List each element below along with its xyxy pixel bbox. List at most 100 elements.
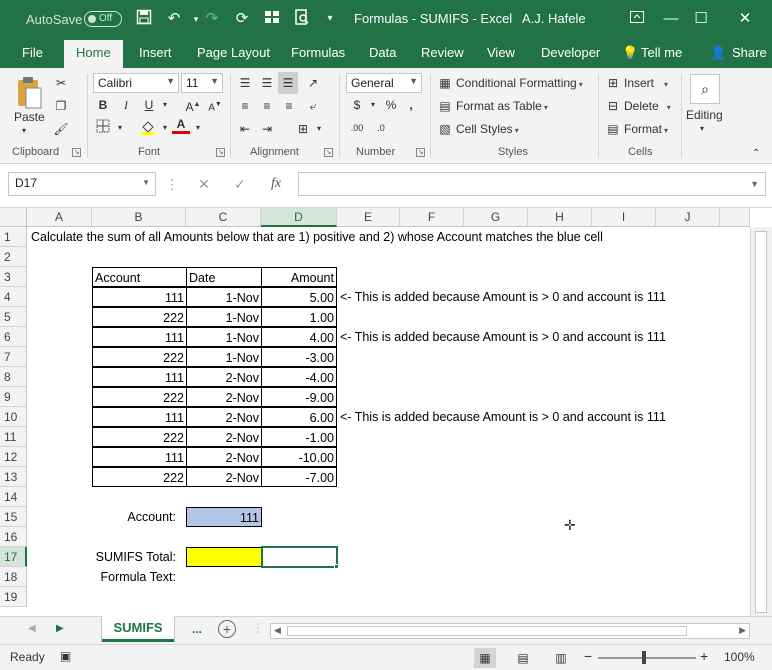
table-cell[interactable]: -10.00 bbox=[261, 447, 337, 467]
tell-me-box[interactable]: Tell me bbox=[641, 45, 682, 60]
column-header[interactable]: D bbox=[261, 208, 337, 227]
table-cell[interactable]: 1-Nov bbox=[186, 307, 262, 327]
cell-styles-button[interactable]: Cell Styles ▾ bbox=[456, 122, 519, 136]
column-header[interactable]: J bbox=[656, 208, 720, 227]
autosave-toggle[interactable]: Off bbox=[84, 11, 122, 27]
table-cell[interactable]: 222 bbox=[92, 307, 187, 327]
table-cell[interactable]: 1.00 bbox=[261, 307, 337, 327]
table-cell[interactable]: 222 bbox=[92, 467, 187, 487]
collapse-ribbon-icon[interactable]: ⌃ bbox=[752, 148, 760, 159]
row-header[interactable]: 10 bbox=[0, 407, 27, 427]
underline-dropdown-icon[interactable]: ▾ bbox=[156, 96, 174, 114]
table-cell[interactable]: -1.00 bbox=[261, 427, 337, 447]
zoom-slider[interactable] bbox=[598, 657, 696, 659]
paste-icon[interactable] bbox=[14, 76, 44, 110]
account-criteria-cell[interactable]: 111 bbox=[186, 507, 262, 527]
cut-icon[interactable]: ✂ bbox=[52, 74, 70, 92]
tab-data[interactable]: Data bbox=[369, 45, 396, 60]
prev-sheet-icon[interactable]: ◀ bbox=[28, 623, 36, 634]
cell-styles-icon[interactable]: ▧ bbox=[436, 120, 454, 138]
copy-icon[interactable]: ❐ bbox=[52, 97, 70, 115]
select-all-corner[interactable] bbox=[0, 208, 27, 227]
sumifs-total-cell[interactable] bbox=[186, 547, 262, 567]
conditional-formatting-button[interactable]: Conditional Formatting ▾ bbox=[456, 76, 583, 90]
table-header-amount[interactable]: Amount bbox=[261, 267, 337, 287]
tab-review[interactable]: Review bbox=[421, 45, 464, 60]
maximize-icon[interactable]: ☐ bbox=[690, 8, 712, 30]
scroll-right-icon[interactable]: ▶ bbox=[739, 625, 746, 636]
borders-dropdown-icon[interactable]: ▾ bbox=[111, 119, 129, 137]
column-header[interactable]: E bbox=[337, 208, 400, 227]
table-cell[interactable]: -9.00 bbox=[261, 387, 337, 407]
ribbon-display-icon[interactable] bbox=[626, 8, 648, 30]
table-cell[interactable]: 1-Nov bbox=[186, 347, 262, 367]
font-color-dropdown-icon[interactable]: ▾ bbox=[189, 119, 207, 137]
font-name-combo[interactable]: Calibri ▼ bbox=[93, 73, 179, 93]
table-cell[interactable]: -4.00 bbox=[261, 367, 337, 387]
column-header[interactable]: H bbox=[528, 208, 592, 227]
formula-input[interactable]: ▼ bbox=[298, 172, 766, 196]
note-cell-e6[interactable]: <- This is added because Amount is > 0 a… bbox=[338, 327, 668, 347]
table-cell[interactable]: 222 bbox=[92, 427, 187, 447]
table-cell[interactable]: 5.00 bbox=[261, 287, 337, 307]
tab-formulas[interactable]: Formulas bbox=[291, 45, 345, 60]
font-launcher-icon[interactable]: ↘ bbox=[216, 148, 225, 157]
save-icon[interactable] bbox=[134, 9, 154, 29]
horizontal-scroll-thumb[interactable] bbox=[287, 626, 687, 636]
table-cell[interactable]: 111 bbox=[92, 407, 187, 427]
zoom-level[interactable]: 100% bbox=[724, 650, 755, 664]
next-sheet-icon[interactable]: ▶ bbox=[56, 623, 64, 634]
table-cell[interactable]: 111 bbox=[92, 447, 187, 467]
page-break-view-icon[interactable]: ▥ bbox=[550, 648, 572, 668]
row-header[interactable]: 18 bbox=[0, 567, 27, 587]
layout-icon[interactable] bbox=[262, 9, 282, 29]
row-header[interactable]: 9 bbox=[0, 387, 27, 407]
orientation-icon[interactable]: ↗ bbox=[304, 74, 322, 92]
column-header[interactable]: C bbox=[186, 208, 261, 227]
percent-icon[interactable]: % bbox=[382, 96, 400, 114]
number-format-combo[interactable]: General ▼ bbox=[346, 73, 422, 93]
number-launcher-icon[interactable]: ↘ bbox=[416, 148, 425, 157]
close-icon[interactable]: ✕ bbox=[734, 8, 756, 30]
cell-a1[interactable]: Calculate the sum of all Amounts below t… bbox=[29, 227, 605, 247]
align-right-icon[interactable]: ≡ bbox=[280, 97, 298, 115]
undo-icon[interactable]: ↶ bbox=[164, 9, 184, 29]
table-cell[interactable]: 222 bbox=[92, 347, 187, 367]
note-cell-e10[interactable]: <- This is added because Amount is > 0 a… bbox=[338, 407, 668, 427]
active-cell-d17[interactable] bbox=[261, 546, 338, 568]
increase-indent-icon[interactable]: ⇥ bbox=[258, 120, 276, 138]
table-header-account[interactable]: Account bbox=[92, 267, 187, 287]
table-cell[interactable]: 4.00 bbox=[261, 327, 337, 347]
user-name[interactable]: A.J. Hafele bbox=[522, 11, 586, 26]
increase-decimal-icon[interactable]: .00 bbox=[348, 119, 366, 137]
clipboard-launcher-icon[interactable]: ↘ bbox=[72, 148, 81, 157]
decrease-font-icon[interactable]: A▼ bbox=[206, 96, 224, 114]
paste-button[interactable]: Paste bbox=[14, 110, 45, 124]
comma-style-icon[interactable]: , bbox=[402, 96, 420, 114]
more-sheets-button[interactable]: ... bbox=[192, 622, 202, 636]
refresh-icon[interactable]: ⟳ bbox=[232, 9, 252, 29]
table-cell[interactable]: 1-Nov bbox=[186, 287, 262, 307]
sumifs-total-label[interactable]: SUMIFS Total: bbox=[80, 547, 178, 567]
row-header[interactable]: 8 bbox=[0, 367, 27, 387]
align-center-icon[interactable]: ≡ bbox=[258, 97, 276, 115]
table-cell[interactable]: -7.00 bbox=[261, 467, 337, 487]
tab-insert[interactable]: Insert bbox=[139, 45, 172, 60]
column-header[interactable]: B bbox=[92, 208, 186, 227]
row-header[interactable]: 5 bbox=[0, 307, 27, 327]
vertical-scroll-thumb[interactable] bbox=[755, 231, 767, 613]
bold-icon[interactable]: B bbox=[94, 96, 112, 114]
editing-button[interactable]: Editing bbox=[686, 108, 723, 122]
table-cell[interactable]: 111 bbox=[92, 287, 187, 307]
align-left-icon[interactable]: ≡ bbox=[236, 97, 254, 115]
row-header[interactable]: 17 bbox=[0, 547, 27, 567]
increase-font-icon[interactable]: A▲ bbox=[184, 96, 202, 114]
format-as-table-icon[interactable]: ▤ bbox=[436, 97, 454, 115]
share-button[interactable]: Share bbox=[732, 45, 767, 60]
column-header[interactable]: F bbox=[400, 208, 464, 227]
table-cell[interactable]: 111 bbox=[92, 327, 187, 347]
table-cell[interactable]: 222 bbox=[92, 387, 187, 407]
insert-cells-button[interactable]: Insert ▾ bbox=[624, 76, 668, 90]
table-cell[interactable]: 2-Nov bbox=[186, 447, 262, 467]
row-header[interactable]: 12 bbox=[0, 447, 27, 467]
